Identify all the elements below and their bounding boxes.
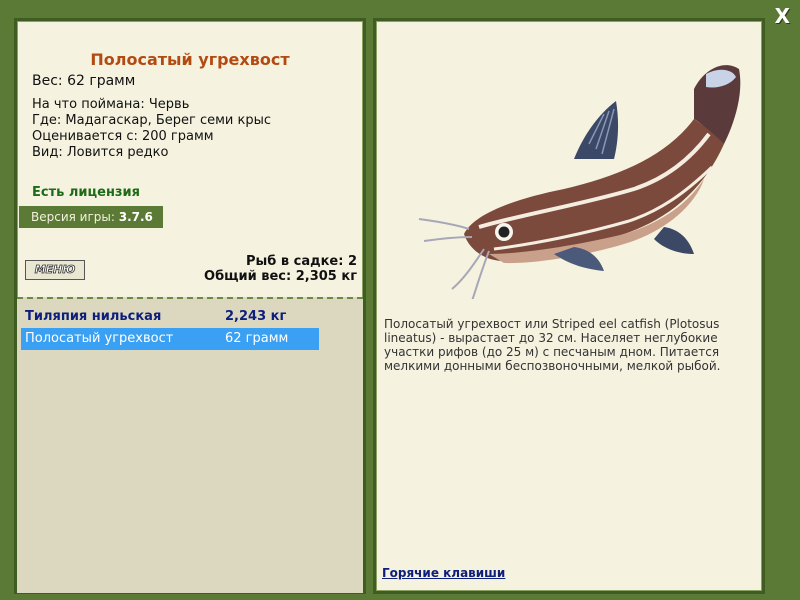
game-version: Версия игры: 3.7.6 bbox=[19, 206, 163, 228]
cage-count: Рыб в садке: 2 bbox=[245, 254, 357, 269]
fish-location: Где: Мадагаскар, Берег семи крыс bbox=[32, 113, 272, 128]
fish-price: Оценивается с: 200 грамм bbox=[32, 129, 214, 144]
catch-item-weight: 2,243 кг bbox=[225, 309, 287, 324]
menu-button[interactable]: МЕНЮ bbox=[25, 260, 85, 280]
fish-picture-panel: Полосатый угрехвост или Striped eel catf… bbox=[373, 18, 765, 594]
fish-description: Полосатый угрехвост или Striped eel catf… bbox=[384, 317, 721, 373]
catch-item-name: Полосатый угрехвост bbox=[25, 331, 174, 346]
hotkeys-link[interactable]: Горячие клавиши bbox=[382, 566, 505, 580]
fish-title: Полосатый угрехвост bbox=[90, 50, 290, 69]
catch-item-name: Тиляпия нильская bbox=[25, 309, 162, 324]
close-icon[interactable]: X bbox=[775, 4, 790, 28]
cage-stats: Рыб в садке: 2 Общий вес: 2,305 кг bbox=[204, 254, 357, 284]
fish-bait: На что поймана: Червь bbox=[32, 97, 190, 112]
fish-details: На что поймана: Червь Где: Мадагаскар, Б… bbox=[32, 97, 271, 161]
catch-list-item-selected[interactable]: Полосатый угрехвост 62 грамм bbox=[21, 328, 319, 350]
catch-list: Тиляпия нильская 2,243 кг Полосатый угре… bbox=[17, 297, 363, 593]
catch-list-item[interactable]: Тиляпия нильская 2,243 кг bbox=[21, 306, 319, 328]
fish-info-panel: Полосатый угрехвост Вес: 62 грамм На что… bbox=[14, 18, 366, 594]
version-value: 3.7.6 bbox=[118, 210, 153, 224]
catfish-image bbox=[418, 65, 741, 299]
cage-total-weight: Общий вес: 2,305 кг bbox=[204, 269, 357, 284]
version-label: Версия игры: bbox=[31, 210, 115, 224]
fish-rarity: Вид: Ловится редко bbox=[32, 145, 169, 160]
menu-button-label: МЕНЮ bbox=[34, 263, 76, 277]
catch-item-weight: 62 грамм bbox=[225, 331, 289, 346]
license-status: Есть лицензия bbox=[32, 185, 140, 200]
fish-weight: Вес: 62 грамм bbox=[32, 73, 136, 89]
